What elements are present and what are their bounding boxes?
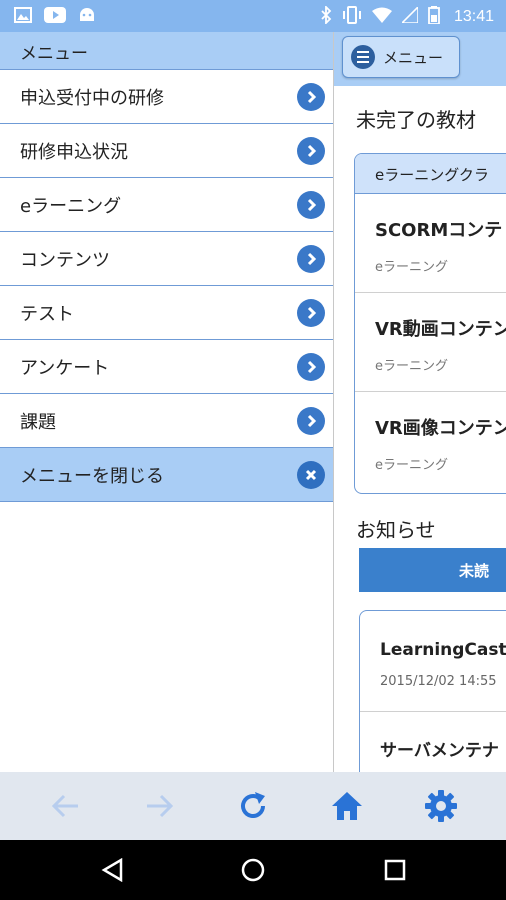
side-menu-header: メニュー bbox=[0, 32, 333, 70]
sidebar-item-label: アンケート bbox=[20, 357, 110, 379]
side-menu: メニュー 申込受付中の研修 研修申込状況 eラーニング コンテンツ テスト アン… bbox=[0, 32, 334, 772]
chevron-right-icon bbox=[297, 244, 325, 273]
clock: 13:41 bbox=[453, 8, 494, 25]
menu-button[interactable]: メニュー bbox=[342, 36, 460, 78]
news-list: LearningCastを 2015/12/02 14:55 サーバメンテナ bbox=[359, 610, 506, 772]
home-icon[interactable] bbox=[327, 786, 367, 826]
chevron-right-icon bbox=[297, 82, 325, 111]
content-header: メニュー bbox=[334, 32, 506, 86]
main-content: メニュー 未完了の教材 eラーニングクラ SCORMコンテ eラーニング VR動… bbox=[334, 32, 506, 772]
hamburger-icon bbox=[351, 45, 375, 69]
battery-icon bbox=[428, 6, 440, 28]
sidebar-item-assignment[interactable]: 課題 bbox=[0, 394, 333, 448]
sidebar-item-application-status[interactable]: 研修申込状況 bbox=[0, 124, 333, 178]
status-bar: 13:41 bbox=[0, 0, 506, 32]
material-item[interactable]: SCORMコンテ eラーニング bbox=[355, 194, 506, 293]
close-menu-button[interactable]: メニューを閉じる bbox=[0, 448, 333, 502]
nav-home-icon[interactable] bbox=[237, 854, 269, 886]
incomplete-materials-title: 未完了の教材 bbox=[356, 108, 476, 132]
sidebar-item-label: eラーニング bbox=[20, 195, 122, 217]
news-item[interactable]: サーバメンテナ bbox=[360, 712, 506, 772]
chevron-right-icon bbox=[297, 298, 325, 327]
sidebar-item-test[interactable]: テスト bbox=[0, 286, 333, 340]
android-icon bbox=[78, 7, 96, 27]
close-menu-label: メニューを閉じる bbox=[20, 465, 164, 487]
wifi-icon bbox=[371, 7, 392, 27]
forward-arrow-icon[interactable] bbox=[139, 786, 179, 826]
chevron-right-icon bbox=[297, 190, 325, 219]
sidebar-item-label: コンテンツ bbox=[20, 249, 110, 271]
image-icon bbox=[14, 7, 32, 27]
material-type: eラーニング bbox=[375, 458, 448, 473]
sidebar-item-label: 申込受付中の研修 bbox=[20, 87, 164, 109]
sidebar-item-label: 課題 bbox=[20, 411, 56, 433]
tab-unread[interactable]: 未読 bbox=[359, 548, 506, 592]
signal-icon bbox=[400, 5, 419, 27]
materials-panel: eラーニングクラ SCORMコンテ eラーニング VR動画コンテン eラーニング… bbox=[354, 153, 506, 494]
sidebar-item-open-trainings[interactable]: 申込受付中の研修 bbox=[0, 70, 333, 124]
material-title: SCORMコンテ bbox=[375, 220, 503, 241]
news-item[interactable]: LearningCastを 2015/12/02 14:55 bbox=[360, 611, 506, 712]
chevron-right-icon bbox=[297, 406, 325, 435]
nav-back-icon[interactable] bbox=[96, 854, 128, 886]
chevron-right-icon bbox=[297, 352, 325, 381]
vibrate-icon bbox=[342, 6, 362, 28]
youtube-icon bbox=[44, 7, 66, 27]
back-arrow-icon[interactable] bbox=[46, 786, 86, 826]
system-nav-bar bbox=[0, 840, 506, 900]
sidebar-item-label: テスト bbox=[20, 303, 74, 325]
sidebar-item-label: 研修申込状況 bbox=[20, 141, 128, 163]
material-type: eラーニング bbox=[375, 260, 448, 275]
browser-toolbar bbox=[0, 772, 506, 840]
news-title: お知らせ bbox=[356, 518, 436, 542]
material-title: VR画像コンテン bbox=[375, 418, 506, 439]
news-item-title: サーバメンテナ bbox=[380, 741, 499, 761]
menu-button-label: メニュー bbox=[383, 48, 444, 67]
panel-header[interactable]: eラーニングクラ bbox=[355, 154, 506, 194]
sidebar-item-contents[interactable]: コンテンツ bbox=[0, 232, 333, 286]
material-title: VR動画コンテン bbox=[375, 319, 506, 340]
news-item-date: 2015/12/02 14:55 bbox=[380, 674, 497, 689]
material-item[interactable]: VR画像コンテン eラーニング bbox=[355, 392, 506, 491]
sidebar-item-survey[interactable]: アンケート bbox=[0, 340, 333, 394]
reload-icon[interactable] bbox=[233, 786, 273, 826]
settings-icon[interactable] bbox=[421, 786, 461, 826]
close-icon bbox=[297, 460, 325, 489]
bluetooth-icon bbox=[320, 4, 332, 28]
material-type: eラーニング bbox=[375, 359, 448, 374]
nav-recents-icon[interactable] bbox=[379, 854, 411, 886]
sidebar-item-elearning[interactable]: eラーニング bbox=[0, 178, 333, 232]
chevron-right-icon bbox=[297, 136, 325, 165]
material-item[interactable]: VR動画コンテン eラーニング bbox=[355, 293, 506, 392]
news-item-title: LearningCastを bbox=[380, 640, 506, 660]
